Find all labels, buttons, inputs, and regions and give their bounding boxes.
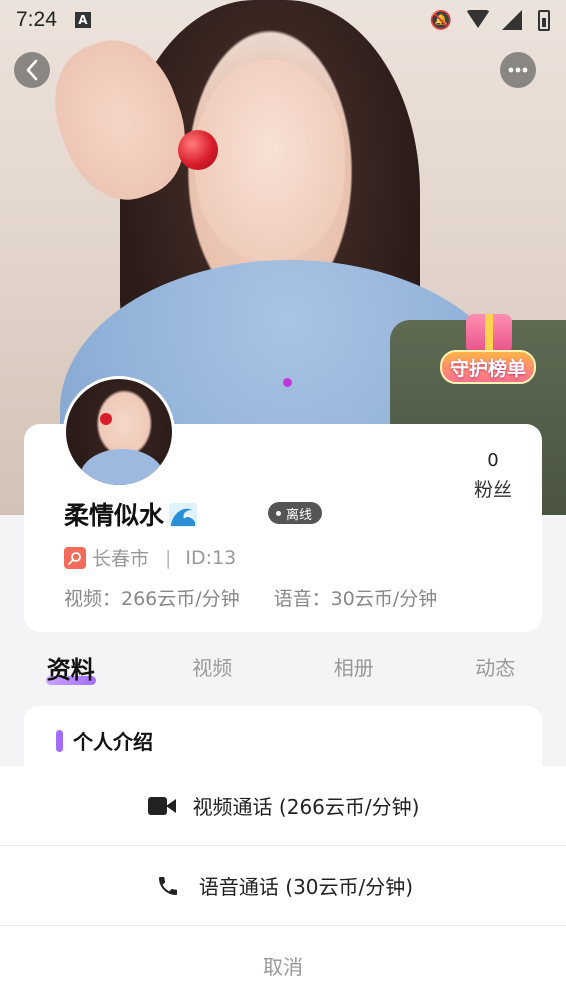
tab-album[interactable]: 相册 xyxy=(283,640,425,700)
profile-tabs: 资料 视频 相册 动态 xyxy=(0,640,566,700)
location-icon xyxy=(64,546,86,569)
voice-call-option[interactable]: 语音通话 (30云币/分钟) xyxy=(0,846,566,926)
tab-videos[interactable]: 视频 xyxy=(142,640,284,700)
status-text: 离线 xyxy=(286,507,313,523)
intro-title-text: 个人介绍 xyxy=(73,730,153,754)
cancel-button[interactable]: 取消 xyxy=(0,926,566,1005)
tab-moments-label: 动态 xyxy=(475,656,516,680)
video-camera-icon xyxy=(147,796,177,815)
avatar[interactable] xyxy=(63,376,175,488)
tab-album-label: 相册 xyxy=(333,656,374,680)
tab-profile[interactable]: 资料 xyxy=(0,640,142,700)
tab-moments[interactable]: 动态 xyxy=(425,640,566,700)
signal-icon xyxy=(502,10,524,30)
fans-counter[interactable]: 0 粉丝 xyxy=(468,450,518,502)
chevron-left-icon xyxy=(26,59,38,81)
fans-count: 0 xyxy=(487,450,499,471)
video-price: 视频：266云币/分钟 xyxy=(64,588,240,610)
gift-box-icon xyxy=(466,314,512,354)
app-notification-icon: A xyxy=(74,12,91,28)
user-id: ID:13 xyxy=(185,546,237,569)
nickname: 柔情似水 xyxy=(64,496,198,532)
video-call-label: 视频通话 (266云币/分钟) xyxy=(192,795,420,819)
profile-card: 0 粉丝 柔情似水 离线 长春市 | ID:13 视频：266云币/分钟 语音：… xyxy=(24,376,542,632)
bell-muted-icon: 🔕 xyxy=(429,9,452,31)
back-button[interactable] xyxy=(14,52,50,88)
fans-label: 粉丝 xyxy=(473,479,512,501)
status-time: 7:24 xyxy=(16,8,57,31)
photo-cherry xyxy=(178,130,218,170)
meta-row: 长春市 | ID:13 xyxy=(64,544,236,571)
meta-divider: | xyxy=(165,546,172,569)
section-accent-bar xyxy=(56,729,63,752)
call-action-sheet: 视频通话 (266云币/分钟) 语音通话 (30云币/分钟) 取消 xyxy=(0,766,566,1005)
voice-call-label: 语音通话 (30云币/分钟) xyxy=(198,875,414,899)
status-dot-icon xyxy=(276,510,281,516)
city-text: 长春市 xyxy=(92,548,150,570)
wifi-icon xyxy=(466,10,490,30)
guard-ranking-badge[interactable]: 守护榜单 xyxy=(440,314,536,390)
status-badge: 离线 xyxy=(268,502,323,524)
tab-profile-label: 资料 xyxy=(46,656,95,684)
phone-icon xyxy=(153,874,183,898)
status-bar: 7:24 A 🔕 xyxy=(0,0,566,40)
voice-price: 语音：30云币/分钟 xyxy=(273,588,438,610)
nickname-text: 柔情似水 xyxy=(64,501,165,530)
guard-ranking-label: 守护榜单 xyxy=(440,350,536,384)
wave-emoji-icon xyxy=(168,500,198,528)
more-button[interactable] xyxy=(500,52,536,88)
intro-title: 个人介绍 xyxy=(56,726,153,755)
more-dots-icon xyxy=(508,67,528,73)
photo-face xyxy=(195,60,345,260)
video-call-option[interactable]: 视频通话 (266云币/分钟) xyxy=(0,766,566,846)
battery-icon xyxy=(538,9,550,31)
carousel-indicator xyxy=(283,378,292,387)
tab-videos-label: 视频 xyxy=(192,656,233,680)
price-row: 视频：266云币/分钟 语音：30云币/分钟 xyxy=(64,584,437,611)
